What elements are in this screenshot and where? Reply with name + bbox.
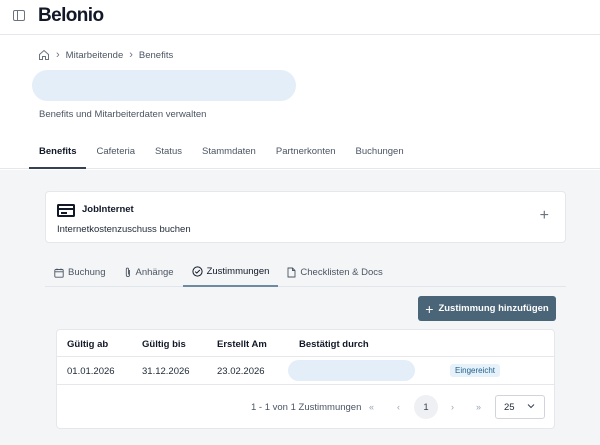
document-icon [287, 267, 296, 278]
page-header: › Mitarbeitende › Benefits Benefits und … [0, 36, 600, 169]
benefit-card-jobinternet[interactable]: JobInternet Internetkostenzuschuss buche… [45, 191, 566, 243]
consents-table: Gültig ab Gültig bis Erstellt Am Bestäti… [56, 329, 555, 429]
breadcrumb-item-benefits[interactable]: Benefits [139, 50, 173, 61]
page-title-placeholder [32, 70, 296, 101]
cell-created: 23.02.2026 [217, 366, 265, 377]
next-page-icon[interactable]: › [451, 402, 454, 412]
tab-buchungen[interactable]: Buchungen [346, 139, 414, 169]
tab-stammdaten[interactable]: Stammdaten [192, 139, 266, 169]
cell-valid-to: 31.12.2026 [142, 366, 190, 377]
subtab-label: Zustimmungen [206, 266, 270, 277]
page-button-current[interactable]: 1 [414, 395, 438, 419]
page-size-select[interactable]: 25 [495, 395, 545, 419]
paperclip-icon [125, 267, 130, 277]
tab-partnerkonten[interactable]: Partnerkonten [266, 139, 346, 169]
subtab-label: Buchung [68, 267, 106, 278]
pagination: 1 - 1 von 1 Zustimmungen « ‹ 1 › » 25 [57, 385, 554, 430]
col-header-valid-from[interactable]: Gültig ab [67, 339, 108, 350]
col-header-created[interactable]: Erstellt Am [217, 339, 267, 350]
pagination-info: 1 - 1 von 1 Zustimmungen [251, 402, 362, 413]
last-page-icon[interactable]: » [476, 402, 481, 412]
table-header: Gültig ab Gültig bis Erstellt Am Bestäti… [57, 330, 554, 357]
plus-icon[interactable]: + [540, 208, 549, 224]
status-badge: Eingereicht [450, 364, 501, 377]
subtab-label: Anhänge [135, 267, 174, 278]
home-icon[interactable] [38, 49, 50, 61]
tab-benefits[interactable]: Benefits [29, 139, 87, 169]
page-subtitle: Benefits und Mitarbeiterdaten verwalten [39, 109, 207, 120]
tab-status[interactable]: Status [145, 139, 192, 169]
plus-icon: + [425, 300, 434, 317]
add-consent-button[interactable]: + Zustimmung hinzufügen [418, 296, 556, 321]
main-tabs: Benefits Cafeteria Status Stammdaten Par… [29, 139, 414, 169]
browser-window-icon [57, 204, 75, 217]
top-bar: Belonio [0, 0, 600, 35]
col-header-valid-to[interactable]: Gültig bis [142, 339, 186, 350]
subtab-anhaenge[interactable]: Anhänge [115, 258, 183, 287]
tab-cafeteria[interactable]: Cafeteria [86, 139, 145, 169]
chevron-right-icon: › [129, 49, 133, 61]
sidebar-toggle-icon[interactable] [13, 10, 25, 21]
chevron-right-icon: › [56, 49, 60, 61]
subtab-buchung[interactable]: Buchung [45, 258, 115, 287]
subtab-label: Checklisten & Docs [300, 267, 383, 278]
calendar-icon [54, 268, 64, 278]
first-page-icon[interactable]: « [369, 402, 374, 412]
cell-valid-from: 01.01.2026 [67, 366, 115, 377]
breadcrumb: › Mitarbeitende › Benefits [38, 49, 173, 61]
subtab-checklisten[interactable]: Checklisten & Docs [278, 258, 391, 287]
sub-tabs: Buchung Anhänge Zustimmungen Checklisten… [45, 258, 566, 287]
chevron-down-icon [527, 404, 535, 409]
check-circle-icon [191, 266, 203, 277]
prev-page-icon[interactable]: ‹ [397, 402, 400, 412]
benefit-description: Internetkostenzuschuss buchen [57, 224, 191, 235]
benefit-title: JobInternet [82, 204, 134, 215]
app-logo[interactable]: Belonio [38, 5, 104, 27]
table-row[interactable]: 01.01.2026 31.12.2026 23.02.2026 Eingere… [57, 357, 554, 385]
subtab-zustimmungen[interactable]: Zustimmungen [182, 258, 279, 287]
col-header-confirmed-by[interactable]: Bestätigt durch [299, 339, 369, 350]
breadcrumb-item-mitarbeitende[interactable]: Mitarbeitende [66, 50, 124, 61]
add-consent-label: Zustimmung hinzufügen [438, 303, 549, 314]
page-size-value: 25 [504, 402, 515, 413]
confirmed-by-placeholder [288, 360, 415, 381]
content-area: JobInternet Internetkostenzuschuss buche… [0, 170, 600, 445]
